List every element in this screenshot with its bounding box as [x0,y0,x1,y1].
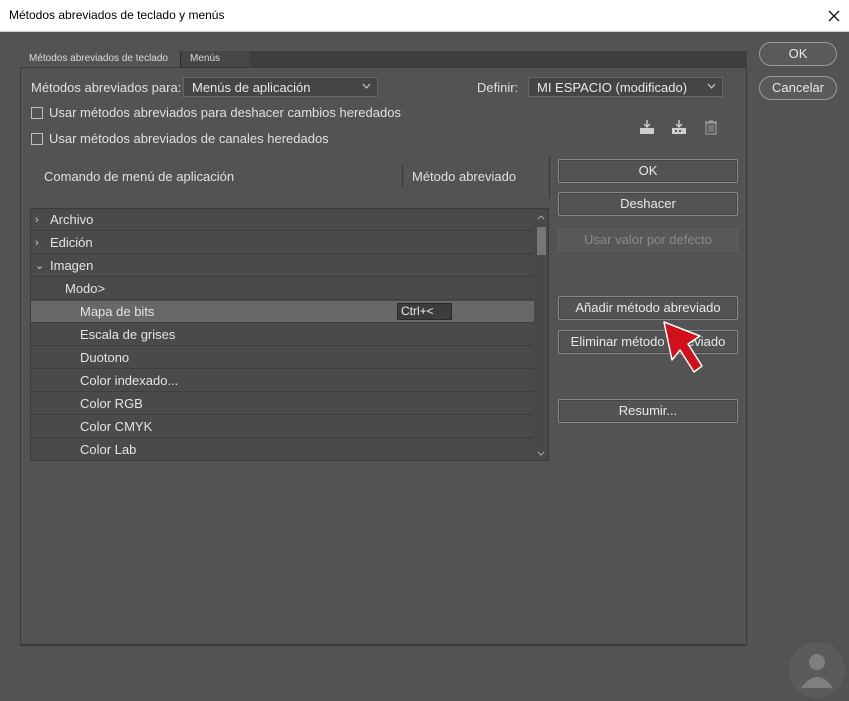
undo-button[interactable]: Deshacer [558,192,738,216]
list-item[interactable]: Color indexado... [31,370,534,392]
chevron-right-icon[interactable]: › [35,209,39,231]
list-item[interactable]: Color RGB [31,393,534,415]
column-divider [402,165,403,187]
list-item-label: Mapa de bits [80,304,155,319]
legacy-channel-checkbox[interactable] [31,133,43,145]
shortcuts-for-select[interactable]: Menús de aplicación [183,77,378,97]
add-shortcut-button[interactable]: Añadir método abreviado [558,296,738,320]
legacy-undo-checkbox[interactable] [31,107,43,119]
tab-strip: Métodos abreviados de teclado Menús [20,51,747,67]
summarize-button[interactable]: Resumir... [558,399,738,423]
list-item[interactable]: Color Lab [31,439,534,460]
ok-button[interactable]: OK [759,42,837,66]
delete-set-icon[interactable] [702,118,720,136]
close-icon[interactable] [819,0,849,31]
window-title: Métodos abreviados de teclado y menús [9,8,225,22]
list-item-label: Archivo [50,212,94,227]
list-item-label: Modo> [65,281,106,296]
set-value: MI ESPACIO (modificado) [537,80,688,95]
header-right-border [549,156,550,198]
use-default-button[interactable]: Usar valor por defecto [558,228,738,252]
list-scrollbar[interactable] [534,209,548,460]
list-item[interactable]: Color CMYK [31,416,534,438]
list-item[interactable]: › Archivo [31,209,534,231]
list-item-label: Escala de grises [80,327,176,342]
scroll-thumb[interactable] [537,227,546,255]
column-header-shortcut: Método abreviado [412,169,517,184]
list-item[interactable]: Modo> [31,278,534,300]
list-item[interactable]: › Edición [31,232,534,254]
column-header-command: Comando de menú de aplicación [44,169,235,184]
watermark-logo [789,642,845,698]
tab-keyboard-shortcuts[interactable]: Métodos abreviados de teclado [20,51,180,67]
set-label: Definir: [477,80,519,95]
set-select[interactable]: MI ESPACIO (modificado) [528,77,723,97]
save-as-set-icon[interactable] [670,118,688,136]
delete-shortcut-button[interactable]: Eliminar método abreviado [558,330,738,354]
list-item-label: Duotono [80,350,130,365]
list-item[interactable]: ⌄ Imagen [31,255,534,277]
shortcut-input[interactable]: Ctrl+< [397,303,452,320]
list-item-label: Edición [50,235,93,250]
shortcut-list: › Archivo › Edición ⌄ Imagen Modo> Mapa … [30,208,549,461]
panel-bottom-divider [20,644,745,645]
tab-menus[interactable]: Menús [180,51,250,67]
cancel-button[interactable]: Cancelar [759,76,837,100]
scroll-down-icon[interactable] [537,449,545,458]
inner-ok-button[interactable]: OK [558,159,738,183]
list-item-label: Imagen [50,258,94,273]
list-item-label: Color RGB [80,396,143,411]
save-set-icon[interactable] [638,118,656,136]
shortcuts-for-label: Métodos abreviados para: [31,80,182,95]
list-item[interactable]: Escala de grises [31,324,534,346]
chevron-right-icon[interactable]: › [35,232,39,254]
title-bar: Métodos abreviados de teclado y menús [0,0,849,32]
chevron-down-icon [707,81,716,92]
legacy-channel-label: Usar métodos abreviados de canales hered… [49,131,329,146]
list-item-label: Color Lab [80,442,137,457]
list-item-selected[interactable]: Mapa de bits Ctrl+< [31,301,534,323]
chevron-down-icon [362,81,371,92]
scroll-up-icon[interactable] [537,213,545,222]
red-arrow-icon [650,318,710,380]
legacy-undo-label: Usar métodos abreviados para deshacer ca… [49,105,401,120]
shortcuts-for-value: Menús de aplicación [192,80,311,95]
chevron-down-icon[interactable]: ⌄ [35,255,44,277]
list-item-label: Color indexado... [80,373,179,388]
list-item[interactable]: Duotono [31,347,534,369]
list-item-label: Color CMYK [80,419,153,434]
